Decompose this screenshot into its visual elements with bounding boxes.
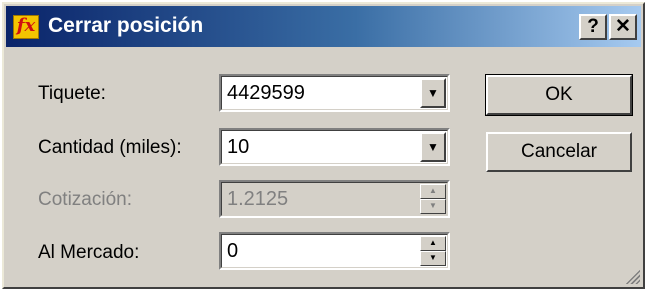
help-button[interactable]: ? — [579, 14, 607, 40]
market-label: Al Mercado: — [38, 242, 140, 263]
cancel-button[interactable]: Cancelar — [486, 132, 632, 172]
spin-down-icon: ▼ — [420, 199, 446, 214]
quote-label: Cotización: — [38, 189, 132, 210]
quantity-combobox[interactable]: 10 ▼ — [219, 128, 450, 166]
market-value[interactable]: 0 — [227, 240, 238, 263]
dialog-title: Cerrar posición — [48, 14, 204, 37]
ok-button[interactable]: OK — [485, 74, 633, 116]
spin-up-icon[interactable]: ▲ — [420, 236, 446, 251]
quote-spinbox: 1.2125 ▲ ▼ — [219, 180, 450, 218]
ticket-label: Tiquete: — [38, 83, 106, 104]
quantity-label: Cantidad (miles): — [38, 137, 182, 158]
market-stepper[interactable]: ▲ ▼ — [420, 236, 446, 266]
dialog-window: fx Cerrar posición ? ✕ Tiquete: 4429599 … — [2, 2, 645, 289]
quote-value: 1.2125 — [227, 188, 289, 210]
market-spinbox-inner — [221, 234, 448, 268]
quote-stepper: ▲ ▼ — [420, 184, 446, 214]
ticket-combobox[interactable]: 4429599 ▼ — [219, 74, 450, 112]
quantity-combobox-inner — [221, 130, 448, 164]
resize-grip-icon[interactable] — [624, 268, 640, 284]
chevron-down-icon[interactable]: ▼ — [420, 132, 446, 162]
fx-icon: fx — [13, 15, 39, 39]
ticket-value: 4429599 — [227, 82, 305, 104]
spin-down-icon[interactable]: ▼ — [420, 251, 446, 266]
spin-up-icon: ▲ — [420, 184, 446, 199]
chevron-down-icon[interactable]: ▼ — [420, 78, 446, 108]
close-button[interactable]: ✕ — [609, 14, 637, 40]
market-spinbox[interactable]: 0 ▲ ▼ — [219, 232, 450, 270]
title-bar[interactable]: fx Cerrar posición ? ✕ — [6, 6, 641, 47]
quantity-value: 10 — [227, 136, 250, 158]
